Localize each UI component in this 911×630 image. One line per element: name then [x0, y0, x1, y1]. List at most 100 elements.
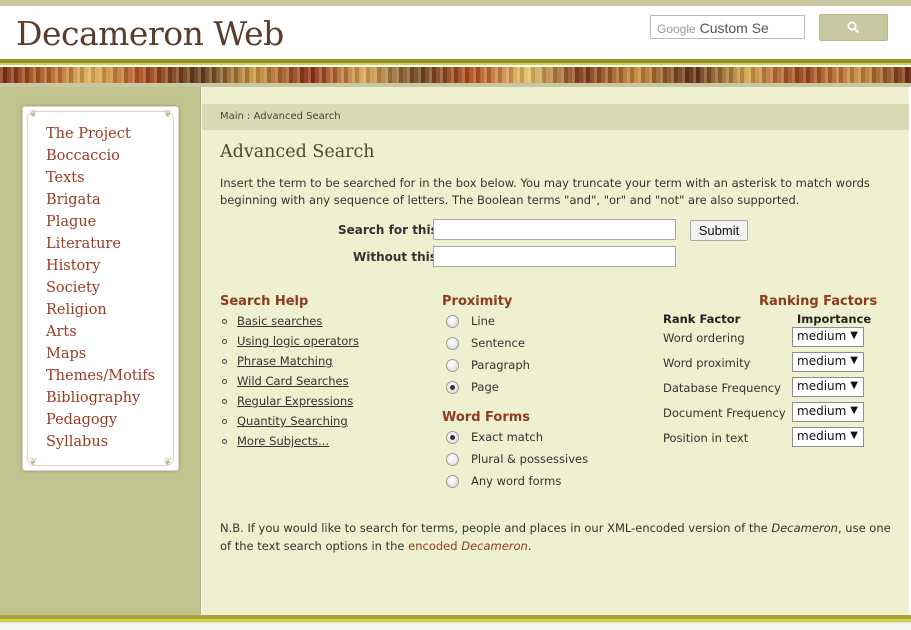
search-help-heading: Search Help	[220, 294, 309, 309]
radio-label: Exact match	[471, 430, 543, 444]
radio-label: Sentence	[471, 336, 525, 350]
sidebar-item-boccaccio[interactable]: Boccaccio	[46, 145, 155, 167]
word-forms-options: Exact match Plural & possessives Any wor…	[446, 426, 588, 492]
sidebar-item-literature[interactable]: Literature	[46, 233, 155, 255]
proximity-option-paragraph[interactable]: Paragraph	[446, 354, 530, 376]
bullet-icon	[222, 359, 227, 364]
radio-button[interactable]	[446, 314, 459, 328]
site-search-button[interactable]	[819, 14, 888, 41]
sidebar: ❦ ❦ ❦ ❦ The Project Boccaccio Texts Brig…	[0, 87, 201, 615]
sidebar-nav-card: ❦ ❦ ❦ ❦ The Project Boccaccio Texts Brig…	[22, 106, 179, 471]
help-link-wild-card[interactable]: Wild Card Searches	[237, 374, 349, 388]
help-link-item: Regular Expressions	[222, 391, 359, 411]
radio-button[interactable]	[446, 474, 459, 488]
ornament-icon: ❦	[29, 457, 38, 468]
sidebar-item-pedagogy[interactable]: Pedagogy	[46, 409, 155, 431]
header-top-stripe	[0, 0, 911, 6]
ranking-factors-heading: Ranking Factors	[758, 294, 878, 309]
rank-row-word-proximity: Word proximity medium ▼	[663, 352, 873, 377]
help-link-item: Basic searches	[222, 311, 359, 331]
sidebar-nav: The Project Boccaccio Texts Brigata Plag…	[46, 123, 155, 453]
radio-label: Any word forms	[471, 474, 562, 488]
proximity-option-sentence[interactable]: Sentence	[446, 332, 530, 354]
dropdown-arrow-icon: ▼	[850, 330, 858, 341]
sidebar-item-plague[interactable]: Plague	[46, 211, 155, 233]
radio-label: Plural & possessives	[471, 452, 589, 466]
bullet-icon	[222, 379, 227, 384]
help-link-more-subjects[interactable]: More Subjects...	[237, 434, 329, 448]
sidebar-item-the-project[interactable]: The Project	[46, 123, 155, 145]
sidebar-item-syllabus[interactable]: Syllabus	[46, 431, 155, 453]
search-for-input[interactable]	[433, 219, 676, 240]
radio-button[interactable]	[446, 452, 459, 466]
intro-text: Insert the term to be searched for in th…	[220, 176, 870, 207]
without-label: Without this:	[353, 250, 442, 264]
without-input[interactable]	[433, 246, 676, 267]
sidebar-item-arts[interactable]: Arts	[46, 321, 155, 343]
ornament-icon: ❦	[163, 457, 172, 468]
site-search-input[interactable]: Google Custom Se	[650, 15, 805, 39]
radio-button-checked[interactable]	[446, 430, 459, 444]
proximity-option-page[interactable]: Page	[446, 376, 530, 398]
radio-button[interactable]	[446, 358, 459, 372]
ornament-icon: ❦	[29, 109, 38, 120]
word-form-option-exact[interactable]: Exact match	[446, 426, 588, 448]
site-search-text: Custom Se	[699, 20, 769, 36]
sidebar-item-society[interactable]: Society	[46, 277, 155, 299]
dropdown-arrow-icon: ▼	[850, 380, 858, 391]
note-work-title: Decameron	[771, 521, 838, 535]
breadcrumb[interactable]: Main : Advanced Search	[220, 111, 341, 122]
importance-select[interactable]: medium ▼	[792, 352, 864, 372]
help-link-logic-operators[interactable]: Using logic operators	[237, 334, 359, 348]
help-link-item: More Subjects...	[222, 431, 359, 451]
radio-button[interactable]	[446, 336, 459, 350]
submit-button[interactable]: Submit	[690, 220, 748, 241]
note-paragraph: N.B. If you would like to search for ter…	[220, 519, 900, 555]
select-value: medium	[797, 329, 847, 343]
select-value: medium	[797, 404, 847, 418]
select-value: medium	[797, 379, 847, 393]
sidebar-item-texts[interactable]: Texts	[46, 167, 155, 189]
sidebar-item-brigata[interactable]: Brigata	[46, 189, 155, 211]
bullet-icon	[222, 399, 227, 404]
radio-label: Line	[471, 314, 495, 328]
painting-banner	[0, 67, 911, 83]
breadcrumb-bar: Main : Advanced Search	[202, 104, 909, 130]
rank-factor-label: Document Frequency	[663, 406, 786, 420]
site-title[interactable]: Decameron Web	[16, 14, 284, 53]
sidebar-item-history[interactable]: History	[46, 255, 155, 277]
sidebar-item-themes-motifs[interactable]: Themes/Motifs	[46, 365, 155, 387]
sidebar-item-maps[interactable]: Maps	[46, 343, 155, 365]
footer-strip	[0, 622, 911, 630]
sidebar-item-religion[interactable]: Religion	[46, 299, 155, 321]
rank-factor-label: Database Frequency	[663, 381, 781, 395]
importance-select[interactable]: medium ▼	[792, 402, 864, 422]
radio-label: Paragraph	[471, 358, 530, 372]
dropdown-arrow-icon: ▼	[850, 355, 858, 366]
word-form-option-any[interactable]: Any word forms	[446, 470, 588, 492]
rank-row-position-in-text: Position in text medium ▼	[663, 427, 873, 452]
help-link-regular-expressions[interactable]: Regular Expressions	[237, 394, 353, 408]
rank-row-word-ordering: Word ordering medium ▼	[663, 327, 873, 352]
word-forms-heading: Word Forms	[442, 410, 531, 425]
importance-select[interactable]: medium ▼	[792, 427, 864, 447]
page-title: Advanced Search	[220, 142, 375, 162]
encoded-decameron-link[interactable]: encoded Decameron	[408, 539, 528, 553]
help-link-phrase-matching[interactable]: Phrase Matching	[237, 354, 333, 368]
radio-label: Page	[471, 380, 499, 394]
proximity-options: Line Sentence Paragraph Page	[446, 310, 530, 398]
importance-column-header: Importance	[797, 312, 872, 326]
word-form-option-plural[interactable]: Plural & possessives	[446, 448, 588, 470]
sidebar-item-bibliography[interactable]: Bibliography	[46, 387, 155, 409]
importance-select[interactable]: medium ▼	[792, 327, 864, 347]
help-link-basic-searches[interactable]: Basic searches	[237, 314, 322, 328]
note-text: N.B. If you would like to search for ter…	[220, 521, 772, 535]
header-yellow-rule	[0, 63, 911, 65]
radio-button-checked[interactable]	[446, 380, 459, 394]
note-text: .	[527, 539, 532, 553]
importance-select[interactable]: medium ▼	[792, 377, 864, 397]
proximity-option-line[interactable]: Line	[446, 310, 530, 332]
bullet-icon	[222, 339, 227, 344]
help-link-quantity-searching[interactable]: Quantity Searching	[237, 414, 348, 428]
dropdown-arrow-icon: ▼	[850, 430, 858, 441]
